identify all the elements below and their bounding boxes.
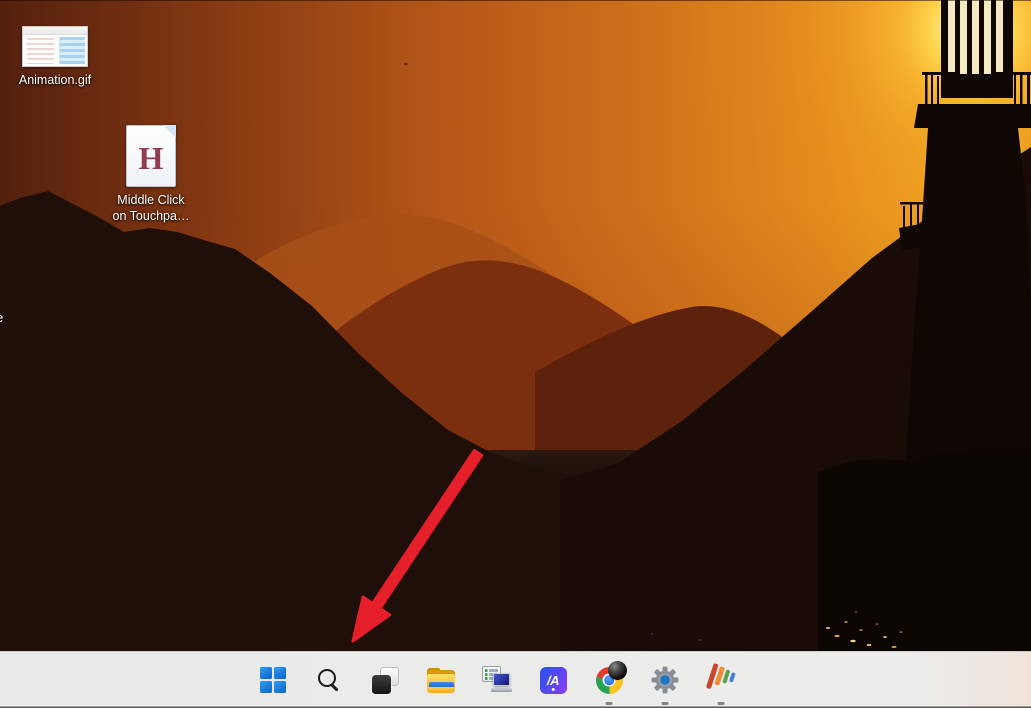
search-icon bbox=[318, 669, 340, 691]
gif-thumb-text-area bbox=[23, 35, 59, 66]
html-letter: H bbox=[139, 140, 164, 177]
ia-glyph: /A bbox=[547, 673, 559, 688]
slash-a-app-icon: /A bbox=[540, 667, 567, 694]
html-file-icon: H bbox=[126, 125, 176, 187]
desktop-screen: Animation.gif H Middle Click on Touchpa…… bbox=[0, 0, 1031, 708]
bird-speck bbox=[404, 63, 408, 65]
running-indicator bbox=[606, 702, 613, 705]
desktop-icon-label: Middle Click on Touchpa… bbox=[113, 192, 190, 225]
windows-logo-icon bbox=[260, 667, 286, 693]
gif-thumb-toolbar bbox=[23, 27, 87, 35]
desktop-icon-middle-click-html[interactable]: H Middle Click on Touchpa… bbox=[103, 125, 199, 225]
gif-thumb-blue-table bbox=[59, 37, 85, 64]
gallery-balcony bbox=[914, 104, 1031, 128]
folder-icon bbox=[427, 668, 455, 693]
laptop-checklist-icon bbox=[482, 666, 512, 694]
gear-icon bbox=[651, 666, 679, 694]
desktop-icon-label: Animation.gif bbox=[19, 72, 91, 88]
ia-dot bbox=[552, 688, 555, 691]
running-indicator bbox=[662, 702, 669, 705]
desktop-icon-animation-gif[interactable]: Animation.gif bbox=[7, 26, 103, 88]
rock-base bbox=[818, 449, 1031, 652]
settings-button[interactable] bbox=[645, 652, 685, 708]
gif-thumbnail bbox=[22, 26, 88, 67]
label-line-1: Middle Click bbox=[117, 193, 184, 207]
running-indicator bbox=[718, 702, 725, 705]
stripes-app-button[interactable] bbox=[701, 652, 741, 708]
page-fold-corner bbox=[163, 125, 176, 138]
cropped-desktop-icon-label: e bbox=[0, 310, 3, 325]
start-button[interactable] bbox=[253, 652, 293, 708]
chrome-icon bbox=[596, 667, 623, 694]
color-stripes-icon bbox=[703, 662, 738, 697]
chrome-button[interactable] bbox=[589, 652, 629, 708]
taskbar-icon-row: /A bbox=[253, 652, 741, 708]
label-line-2: on Touchpa… bbox=[113, 209, 190, 223]
gif-thumb-body bbox=[23, 35, 87, 66]
wallpaper-lighthouse-sunset bbox=[0, 0, 1031, 652]
annotation-arrow bbox=[330, 445, 500, 650]
task-view-button[interactable] bbox=[365, 652, 405, 708]
taskbar: /A bbox=[0, 651, 1031, 708]
black-ball-badge bbox=[608, 661, 627, 680]
task-view-icon bbox=[372, 667, 399, 694]
ia-app-button[interactable]: /A bbox=[533, 652, 573, 708]
file-explorer-button[interactable] bbox=[421, 652, 461, 708]
search-button[interactable] bbox=[309, 652, 349, 708]
group-policy-editor-button[interactable] bbox=[477, 652, 517, 708]
